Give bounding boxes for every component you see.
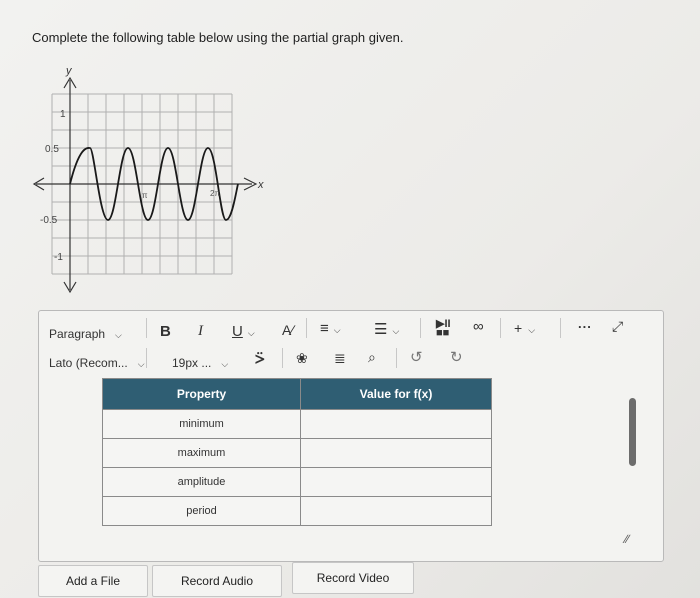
undo-icon[interactable]: ↺: [410, 348, 423, 366]
tick-label-0-5: 0.5: [45, 144, 59, 155]
x-axis-label: x: [257, 179, 264, 191]
format-painter-icon[interactable]: ⍩: [255, 350, 265, 368]
toolbar-divider: [396, 348, 397, 368]
record-video-button[interactable]: Record Video: [292, 562, 414, 594]
tick-label-1: 1: [60, 109, 66, 120]
chevron-down-icon: ⌵: [221, 359, 229, 369]
toolbar-divider: [500, 318, 501, 338]
cell-amplitude[interactable]: amplitude: [102, 467, 301, 497]
redo-icon[interactable]: ↻: [450, 348, 463, 366]
cell-period[interactable]: period: [102, 496, 301, 526]
toolbar-divider: [282, 348, 283, 368]
find-replace-icon[interactable]: ⌕: [368, 349, 376, 366]
media-icon[interactable]: ▶II ■■: [436, 319, 451, 339]
toolbar-divider: [560, 318, 561, 338]
tick-label-pi: π: [142, 191, 148, 200]
cell-value-minimum[interactable]: [300, 409, 492, 439]
fullscreen-icon[interactable]: ⤢: [612, 318, 623, 335]
toolbar-divider: [420, 318, 421, 338]
header-property[interactable]: Property: [102, 378, 301, 410]
chevron-down-icon: ⌵: [115, 330, 122, 340]
chevron-down-icon: ⌵: [247, 328, 255, 338]
cell-maximum[interactable]: maximum: [102, 438, 301, 468]
question-text: Complete the following table below using…: [32, 30, 404, 45]
header-value[interactable]: Value for f(x): [300, 378, 492, 410]
cell-value-maximum[interactable]: [300, 438, 492, 468]
plus-icon: +: [514, 320, 523, 336]
chevron-down-icon: ⌵: [137, 359, 145, 369]
cell-minimum[interactable]: minimum: [102, 409, 301, 439]
text-color-icon[interactable]: A∕: [282, 322, 294, 338]
paragraph-dropdown[interactable]: Paragraph ⌵: [49, 327, 122, 341]
font-family-label: Lato (Recom...: [49, 356, 128, 370]
insert-button[interactable]: + ⌵: [514, 320, 535, 336]
paragraph-label: Paragraph: [49, 327, 106, 341]
resize-handle-icon[interactable]: ∕∕: [625, 532, 629, 546]
list-icon[interactable]: ☰ ⌵: [374, 320, 399, 338]
properties-table[interactable]: Property Value for f(x) minimum maximum …: [102, 378, 492, 526]
add-file-button[interactable]: Add a File: [38, 565, 148, 597]
highlight-icon[interactable]: ❀: [296, 350, 308, 367]
table-row: minimum: [102, 409, 492, 439]
chevron-down-icon: ⌵: [528, 325, 536, 335]
underline-label: U: [232, 323, 243, 340]
record-audio-button[interactable]: Record Audio: [152, 565, 282, 597]
table-header-row: Property Value for f(x): [102, 378, 492, 410]
toolbar-divider: [306, 318, 307, 338]
graph-axes: [32, 76, 258, 294]
italic-button[interactable]: I: [198, 323, 203, 340]
table-row: period: [102, 496, 492, 526]
tick-label-2pi: 2π: [210, 189, 220, 198]
cell-value-period[interactable]: [300, 496, 492, 526]
align-icon[interactable]: ≡ ⌵: [320, 320, 341, 337]
tick-label-neg-1: -1: [54, 252, 63, 263]
editor-scrollbar[interactable]: [629, 398, 636, 466]
table-row: amplitude: [102, 467, 492, 497]
tick-label-neg-0-5: -0.5: [40, 215, 58, 226]
font-size-label: 19px ...: [172, 356, 212, 370]
equation-icon[interactable]: ≣: [334, 350, 346, 367]
font-family-dropdown[interactable]: Lato (Recom... ⌵: [49, 356, 145, 370]
more-options-icon[interactable]: ...: [578, 316, 592, 331]
table-row: maximum: [102, 438, 492, 468]
cell-value-amplitude[interactable]: [300, 467, 492, 497]
y-axis-label: y: [65, 65, 73, 77]
toolbar-divider: [146, 348, 147, 368]
underline-button[interactable]: U ⌵: [232, 323, 255, 340]
sine-graph: y x 1 0.5 -0.5 -1 π 2π: [32, 65, 264, 294]
link-icon[interactable]: ∞: [473, 318, 484, 335]
bold-button[interactable]: B: [160, 323, 171, 340]
font-size-dropdown[interactable]: 19px ... ⌵: [172, 356, 228, 370]
toolbar-divider: [146, 318, 147, 338]
